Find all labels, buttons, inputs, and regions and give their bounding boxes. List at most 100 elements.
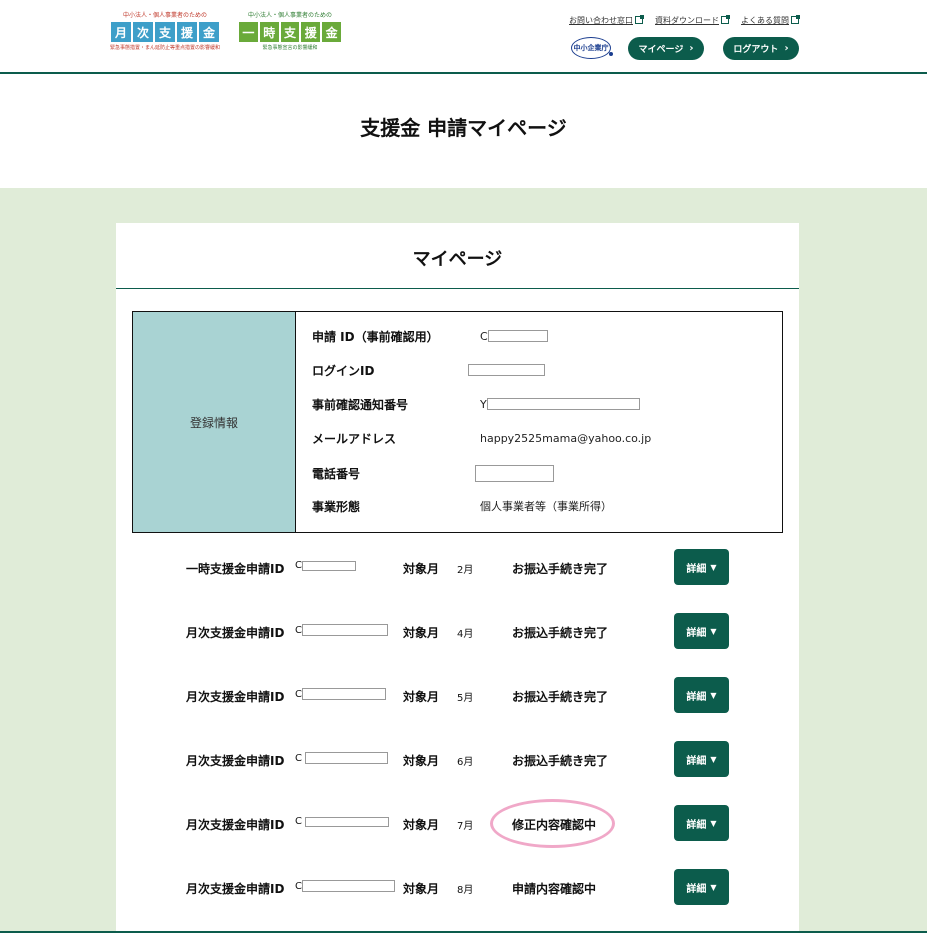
detail-button[interactable]: 詳細 ▼ bbox=[674, 805, 729, 841]
row-key: メールアドレス bbox=[312, 431, 397, 446]
row-key: 事業形態 bbox=[312, 499, 361, 514]
contact-link[interactable]: お問い合わせ窓口 bbox=[569, 15, 644, 26]
redacted-value bbox=[486, 398, 640, 410]
status-text: お振込手続き完了 bbox=[512, 690, 609, 704]
redacted-value bbox=[301, 560, 356, 571]
redacted-value bbox=[304, 816, 389, 827]
caret-down-icon: ▼ bbox=[710, 626, 717, 636]
target-month-label: 対象月 bbox=[403, 626, 440, 640]
logout-button[interactable]: ログアウト › bbox=[723, 37, 799, 60]
logo-small-text: 中小法人・個人事業者のための bbox=[247, 12, 332, 19]
registration-row: ログインID bbox=[312, 361, 545, 379]
row-value: Y bbox=[480, 398, 640, 411]
redacted-value bbox=[301, 880, 395, 892]
chevron-right-icon: › bbox=[689, 43, 694, 54]
highlight-circle-annotation bbox=[490, 799, 615, 848]
mypage-button[interactable]: マイページ › bbox=[628, 37, 704, 60]
logo-char: 金 bbox=[322, 22, 341, 42]
page-title: 支援金 申請マイページ bbox=[360, 116, 567, 140]
logo-small-text: 中小法人・個人事業者のための bbox=[122, 12, 207, 19]
id-prefix: C bbox=[480, 329, 488, 343]
registration-row: 事業形態 個人事業者等（事業所得） bbox=[312, 497, 612, 515]
detail-button[interactable]: 詳細 ▼ bbox=[674, 869, 729, 905]
application-id-label: 月次支援金申請ID bbox=[186, 882, 285, 896]
downloads-link[interactable]: 資料ダウンロード bbox=[655, 15, 730, 26]
status-text: 申請内容確認中 bbox=[512, 882, 597, 896]
site-header: 中小法人・個人事業者のための 月 次 支 援 金 緊急事態措置・まん延防止等重点… bbox=[0, 0, 927, 74]
contact-link-label: お問い合わせ窓口 bbox=[569, 16, 633, 25]
target-month-value: 8月 bbox=[457, 885, 474, 896]
redacted-value bbox=[475, 464, 554, 482]
detail-button[interactable]: 詳細 ▼ bbox=[674, 741, 729, 777]
caret-down-icon: ▼ bbox=[710, 754, 717, 764]
logo-char: 次 bbox=[133, 22, 153, 42]
application-id-value: C bbox=[295, 880, 395, 892]
status-text: お振込手続き完了 bbox=[512, 754, 609, 768]
faq-link-label: よくある質問 bbox=[741, 16, 789, 25]
detail-button[interactable]: 詳細 ▼ bbox=[674, 613, 729, 649]
application-id-value: C bbox=[295, 624, 388, 636]
logo-char: 金 bbox=[199, 22, 219, 42]
detail-button[interactable]: 詳細 ▼ bbox=[674, 549, 729, 585]
application-id-label: 月次支援金申請ID bbox=[186, 690, 285, 704]
application-row: 月次支援金申請ID C 対象月 8月 申請内容確認中 詳細 ▼ bbox=[116, 869, 799, 905]
application-id-label: 一時支援金申請ID bbox=[186, 562, 285, 576]
application-id-label: 月次支援金申請ID bbox=[186, 818, 285, 832]
detail-button-label: 詳細 bbox=[686, 627, 707, 639]
detail-button-label: 詳細 bbox=[686, 883, 707, 895]
monthly-support-logo[interactable]: 中小法人・個人事業者のための 月 次 支 援 金 緊急事態措置・まん延防止等重点… bbox=[104, 12, 226, 54]
row-value: C bbox=[480, 330, 548, 343]
registration-info-label: 登録情報 bbox=[133, 312, 296, 532]
id-prefix: Y bbox=[480, 397, 487, 411]
target-month-label: 対象月 bbox=[403, 562, 440, 576]
id-prefix: C bbox=[295, 688, 302, 700]
registration-row: 事前確認通知番号 Y bbox=[312, 395, 640, 413]
logo-char: 支 bbox=[280, 22, 300, 42]
row-value bbox=[468, 364, 545, 376]
sme-agency-logo[interactable]: 中小企業庁 bbox=[571, 37, 613, 59]
mypage-card: マイページ 登録情報 申請 ID（事前確認用） C ログインID 事前確認通知番… bbox=[116, 223, 799, 933]
status-text: お振込手続き完了 bbox=[512, 562, 609, 576]
registration-info-table: 登録情報 申請 ID（事前確認用） C ログインID 事前確認通知番号 Y メー… bbox=[132, 311, 783, 533]
row-value bbox=[475, 464, 554, 482]
caret-down-icon: ▼ bbox=[710, 562, 717, 572]
redacted-value bbox=[487, 330, 548, 342]
registration-row: 申請 ID（事前確認用） C bbox=[312, 327, 548, 345]
logo-char: 月 bbox=[111, 22, 131, 42]
row-key: 電話番号 bbox=[312, 466, 361, 481]
logo-char: 支 bbox=[155, 22, 175, 42]
faq-link[interactable]: よくある質問 bbox=[741, 15, 800, 26]
target-month-label: 対象月 bbox=[403, 818, 440, 832]
chevron-right-icon: › bbox=[784, 43, 789, 54]
caret-down-icon: ▼ bbox=[710, 882, 717, 892]
row-key: 申請 ID（事前確認用） bbox=[312, 329, 439, 344]
temporary-support-logo[interactable]: 中小法人・個人事業者のための 一 時 支 援 金 緊急事態宣言の影響緩和 bbox=[239, 12, 341, 54]
target-month-value: 4月 bbox=[457, 629, 474, 640]
downloads-link-label: 資料ダウンロード bbox=[655, 16, 719, 25]
utility-links: お問い合わせ窓口 資料ダウンロード よくある質問 bbox=[569, 15, 800, 26]
target-month-label: 対象月 bbox=[403, 882, 440, 896]
application-id-value: C bbox=[295, 752, 388, 764]
status-text: お振込手続き完了 bbox=[512, 626, 609, 640]
logo-sub-text: 緊急事態措置・まん延防止等重点措置の影響緩和 bbox=[109, 45, 220, 51]
redacted-value bbox=[301, 624, 388, 636]
logo-blocks: 月 次 支 援 金 bbox=[104, 22, 226, 42]
mypage-button-label: マイページ bbox=[638, 45, 684, 55]
logo-char: 援 bbox=[177, 22, 197, 42]
detail-button[interactable]: 詳細 ▼ bbox=[674, 677, 729, 713]
application-id-value: C bbox=[295, 560, 356, 571]
detail-button-label: 詳細 bbox=[686, 563, 707, 575]
target-month-label: 対象月 bbox=[403, 690, 440, 704]
row-key: 事前確認通知番号 bbox=[312, 397, 409, 412]
application-id-label: 月次支援金申請ID bbox=[186, 754, 285, 768]
divider bbox=[116, 288, 799, 289]
logo-char: 一 bbox=[239, 22, 258, 42]
application-id-label: 月次支援金申請ID bbox=[186, 626, 285, 640]
application-row: 月次支援金申請ID C 対象月 5月 お振込手続き完了 詳細 ▼ bbox=[116, 677, 799, 713]
logo-sub-text: 緊急事態宣言の影響緩和 bbox=[262, 45, 318, 51]
email-value: happy2525mama@yahoo.co.jp bbox=[480, 431, 652, 445]
application-row: 月次支援金申請ID C 対象月 7月 修正内容確認中 詳細 ▼ bbox=[116, 805, 799, 841]
target-month-value: 6月 bbox=[457, 757, 474, 768]
row-key: ログインID bbox=[312, 363, 375, 378]
id-prefix: C bbox=[295, 880, 302, 892]
